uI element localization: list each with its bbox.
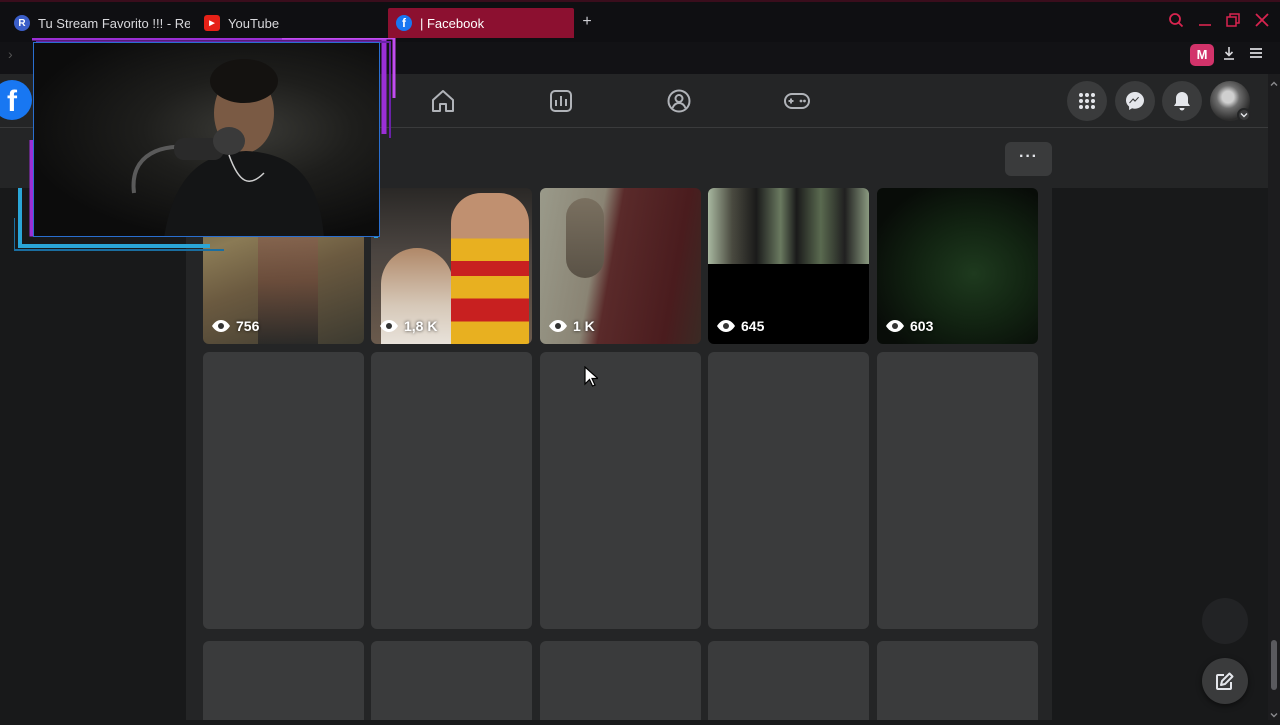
restore-icon[interactable]: [1223, 12, 1243, 32]
eye-icon: [212, 320, 230, 332]
tab-title: | Facebook: [420, 15, 485, 31]
thumbnail-figure: [451, 193, 529, 344]
view-count-text: 1 K: [573, 318, 595, 334]
view-count: 645: [716, 318, 764, 334]
eye-icon: [549, 320, 567, 332]
groups-icon[interactable]: [664, 86, 694, 116]
video-placeholder[interactable]: [371, 641, 532, 720]
video-placeholder[interactable]: [371, 352, 532, 629]
tab-favicon: R: [14, 15, 30, 31]
chevron-down-icon[interactable]: [1269, 707, 1279, 718]
view-count-text: 1,8 K: [404, 318, 438, 334]
download-icon[interactable]: [1218, 45, 1240, 67]
home-icon[interactable]: [428, 86, 458, 116]
close-icon[interactable]: [1252, 12, 1272, 32]
tab-youtube[interactable]: ▶ YouTube: [190, 8, 386, 38]
menu-grid-icon[interactable]: [1067, 81, 1107, 121]
video-placeholder[interactable]: [708, 352, 869, 629]
video-placeholder[interactable]: [708, 641, 869, 720]
more-options-button[interactable]: ···: [1005, 142, 1052, 176]
thumbnail-figure: [566, 198, 604, 278]
streamer-figure: [131, 59, 324, 236]
video-placeholder[interactable]: [540, 641, 701, 720]
mouse-cursor: [584, 365, 600, 393]
search-icon[interactable]: [1166, 12, 1186, 32]
view-count: 1 K: [548, 318, 595, 334]
scrollbar-thumb[interactable]: [1271, 640, 1277, 690]
tab-tu-stream[interactable]: R Tu Stream Favorito !!! - Re: [0, 8, 190, 38]
floating-placeholder: [1202, 598, 1248, 644]
view-count: 603: [885, 318, 933, 334]
new-message-button[interactable]: [1202, 658, 1248, 704]
video-placeholder[interactable]: [540, 352, 701, 629]
tab-facebook[interactable]: f | Facebook: [388, 8, 574, 38]
video-thumbnail[interactable]: 1 K: [540, 188, 701, 344]
youtube-icon: ▶: [204, 15, 220, 31]
gaming-icon[interactable]: [782, 86, 812, 116]
messenger-icon[interactable]: [1115, 81, 1155, 121]
tab-title: YouTube: [228, 15, 280, 31]
video-thumbnail[interactable]: 603: [877, 188, 1038, 344]
minimize-icon[interactable]: [1195, 12, 1215, 32]
hamburger-menu-icon[interactable]: [1245, 45, 1267, 67]
facebook-icon: f: [396, 15, 412, 31]
chevron-right-icon[interactable]: ›: [8, 46, 13, 62]
dashboard-icon[interactable]: [546, 86, 576, 116]
compose-icon: [1216, 672, 1234, 690]
extension-m-button[interactable]: M: [1190, 44, 1214, 66]
video-placeholder[interactable]: [877, 641, 1038, 720]
video-thumbnail[interactable]: 645: [708, 188, 869, 344]
new-tab-button[interactable]: +: [578, 12, 596, 32]
thumbnail-image: [708, 188, 869, 264]
view-count: 756: [211, 318, 259, 334]
webcam-video: [33, 42, 380, 237]
scrollbar-track[interactable]: [1268, 74, 1280, 720]
bell-icon[interactable]: [1162, 81, 1202, 121]
video-placeholder[interactable]: [203, 352, 364, 629]
eye-icon: [380, 320, 398, 332]
view-count: 1,8 K: [379, 318, 437, 334]
eye-icon: [886, 320, 904, 332]
view-count-text: 756: [236, 318, 260, 334]
video-placeholder[interactable]: [203, 641, 364, 720]
view-count-text: 645: [741, 318, 765, 334]
tab-title: Tu Stream Favorito !!! - Re: [38, 15, 190, 31]
view-count-text: 603: [910, 318, 934, 334]
chevron-down-icon[interactable]: [1237, 108, 1251, 122]
eye-icon: [717, 320, 735, 332]
video-placeholder[interactable]: [877, 352, 1038, 629]
chevron-up-icon[interactable]: [1269, 76, 1279, 86]
